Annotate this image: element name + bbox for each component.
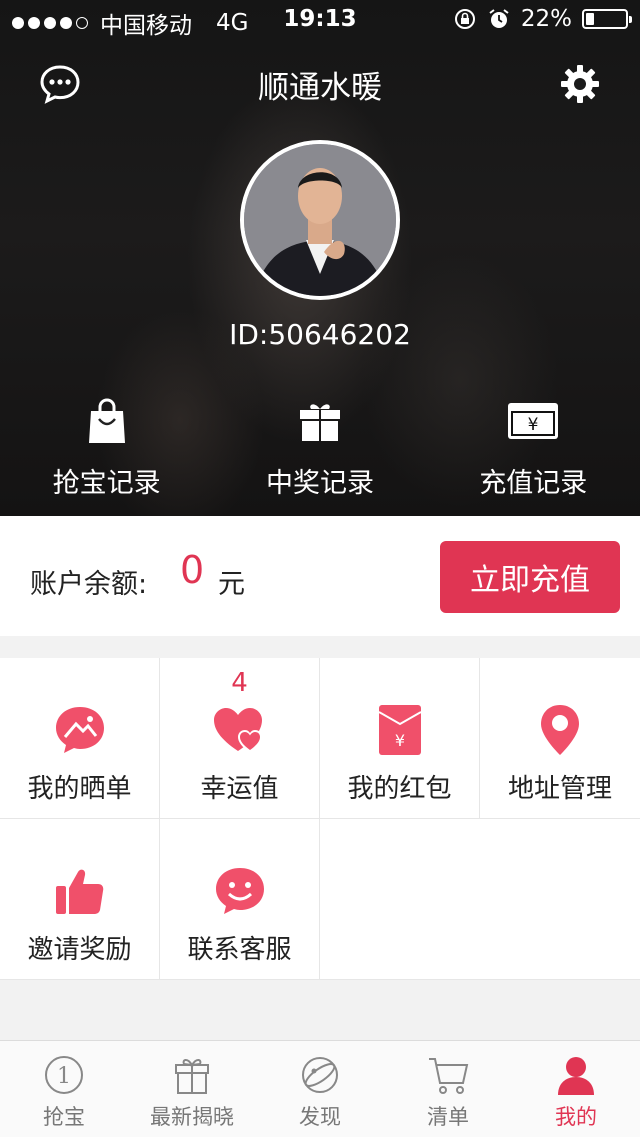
tab-label: 我的 — [555, 1105, 597, 1129]
shopping-bag-icon — [88, 398, 125, 443]
record-label: 充值记录 — [479, 468, 588, 499]
tab-discover[interactable]: 发现 — [256, 1041, 384, 1137]
balance-amount: 0 — [180, 548, 205, 592]
tab-label: 发现 — [299, 1105, 341, 1129]
gift-box-icon — [175, 1059, 209, 1094]
tab-mine[interactable]: 我的 — [512, 1041, 640, 1137]
photo-bubble-icon — [55, 707, 104, 753]
avatar-photo — [244, 144, 396, 296]
tab-snatch[interactable]: 1 抢宝 — [0, 1041, 128, 1137]
coin-one-icon: 1 — [45, 1056, 83, 1094]
cart-icon — [429, 1058, 469, 1094]
record-recharge[interactable]: ¥ 充值记录 — [427, 395, 640, 500]
svg-text:1: 1 — [57, 1064, 71, 1089]
balance-label: 账户余额: — [30, 569, 148, 600]
tab-label: 最新揭晓 — [150, 1105, 234, 1129]
yen-card-icon: ¥ — [508, 403, 559, 439]
grid-empty-cell — [320, 819, 480, 979]
planet-icon — [302, 1057, 338, 1093]
person-icon — [558, 1057, 594, 1095]
recharge-button[interactable]: 立即充值 — [440, 541, 620, 613]
grid-item-my-posts[interactable]: 我的晒单 — [0, 658, 160, 818]
gear-icon[interactable] — [560, 64, 600, 104]
grid-item-label: 地址管理 — [507, 774, 612, 804]
record-winning[interactable]: 中奖记录 — [213, 395, 426, 500]
grid-item-customer-service[interactable]: 联系客服 — [160, 819, 320, 979]
balance-unit: 元 — [218, 569, 245, 600]
record-label: 中奖记录 — [265, 468, 374, 499]
page-title: 顺通水暖 — [258, 70, 382, 106]
tab-label: 抢宝 — [43, 1105, 85, 1129]
grid-item-luck-value[interactable]: 4 幸运值 — [160, 658, 320, 818]
grid-item-red-packet[interactable]: ¥ 我的红包 — [320, 658, 480, 818]
tab-list[interactable]: 清单 — [384, 1041, 512, 1137]
feature-grid: 我的晒单 4 幸运值 ¥ 我的红包 地址管理 邀请奖励 联系客服 — [0, 658, 640, 980]
gift-icon — [299, 404, 340, 441]
user-id: ID:50646202 — [229, 318, 411, 351]
grid-item-label: 我的晒单 — [27, 774, 132, 804]
tab-label: 清单 — [427, 1105, 469, 1129]
alarm-icon — [489, 9, 509, 28]
luck-count-badge: 4 — [231, 668, 248, 698]
thumbs-up-icon — [55, 869, 103, 914]
svg-text:¥: ¥ — [394, 731, 404, 750]
hearts-icon — [213, 708, 262, 753]
battery-icon — [582, 9, 632, 29]
grid-item-label: 幸运值 — [200, 774, 279, 804]
battery-percent: 22% — [520, 6, 572, 32]
grid-item-address[interactable]: 地址管理 — [480, 658, 640, 818]
profile-header: 中国移动 4G 19:13 22% 顺通水暖 ID:50646202 抢宝记录 … — [0, 0, 640, 516]
grid-item-label: 我的红包 — [347, 774, 452, 804]
status-bar: 中国移动 4G 19:13 22% — [0, 0, 640, 40]
svg-text:¥: ¥ — [528, 415, 539, 435]
rotation-lock-icon — [454, 9, 475, 29]
record-shortcuts: 抢宝记录 中奖记录 ¥ 充值记录 — [0, 395, 640, 500]
grid-item-invite-reward[interactable]: 邀请奖励 — [0, 819, 160, 979]
account-balance: 账户余额: 0 元 立即充值 — [0, 516, 640, 636]
record-snatch[interactable]: 抢宝记录 — [0, 395, 213, 500]
grid-item-label: 邀请奖励 — [27, 935, 132, 965]
red-envelope-icon: ¥ — [378, 705, 421, 755]
location-pin-icon — [541, 705, 579, 755]
bottom-tab-bar: 1 抢宝 最新揭晓 发现 清单 我的 — [0, 1040, 640, 1137]
record-label: 抢宝记录 — [52, 468, 161, 499]
tab-latest[interactable]: 最新揭晓 — [128, 1041, 256, 1137]
smiley-bubble-icon — [215, 868, 264, 914]
grid-empty-cell — [480, 819, 640, 979]
grid-item-label: 联系客服 — [187, 935, 292, 965]
avatar[interactable] — [240, 140, 400, 300]
